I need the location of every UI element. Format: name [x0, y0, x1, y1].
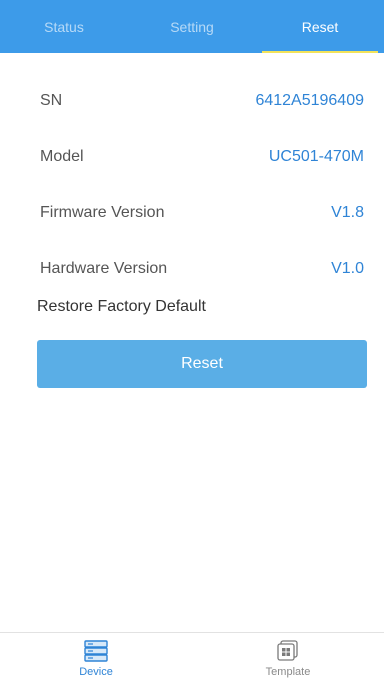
nav-item-device[interactable]: Device	[0, 633, 192, 684]
template-icon	[276, 639, 300, 662]
hardware-version-value: V1.0	[331, 260, 364, 277]
info-row-model: Model UC501-470M	[40, 129, 364, 185]
tab-reset[interactable]: Reset	[256, 0, 384, 53]
device-icon	[84, 639, 108, 662]
restore-factory-default-label: Restore Factory Default	[37, 298, 206, 315]
nav-label-device: Device	[79, 665, 113, 678]
hardware-version-label: Hardware Version	[40, 260, 168, 277]
firmware-version-value: V1.8	[331, 204, 364, 221]
top-tab-bar: Status Setting Reset	[0, 0, 384, 53]
sn-label: SN	[40, 92, 63, 109]
model-label: Model	[40, 148, 84, 165]
info-row-sn: SN 6412A5196409	[40, 73, 364, 129]
firmware-version-label: Firmware Version	[40, 204, 165, 221]
info-row-hardware: Hardware Version V1.0	[40, 241, 364, 297]
info-row-firmware: Firmware Version V1.8	[40, 185, 364, 241]
nav-item-template[interactable]: Template	[192, 633, 384, 684]
bottom-navigation: Device Template	[0, 632, 384, 684]
nav-label-template: Template	[265, 665, 311, 678]
tab-setting[interactable]: Setting	[128, 0, 256, 53]
reset-button[interactable]: Reset	[37, 340, 367, 388]
model-value: UC501-470M	[268, 148, 364, 165]
tab-status[interactable]: Status	[0, 0, 128, 53]
device-info-list: SN 6412A5196409 Model UC501-470M Firmwar…	[40, 73, 364, 297]
sn-value: 6412A5196409	[255, 92, 364, 109]
